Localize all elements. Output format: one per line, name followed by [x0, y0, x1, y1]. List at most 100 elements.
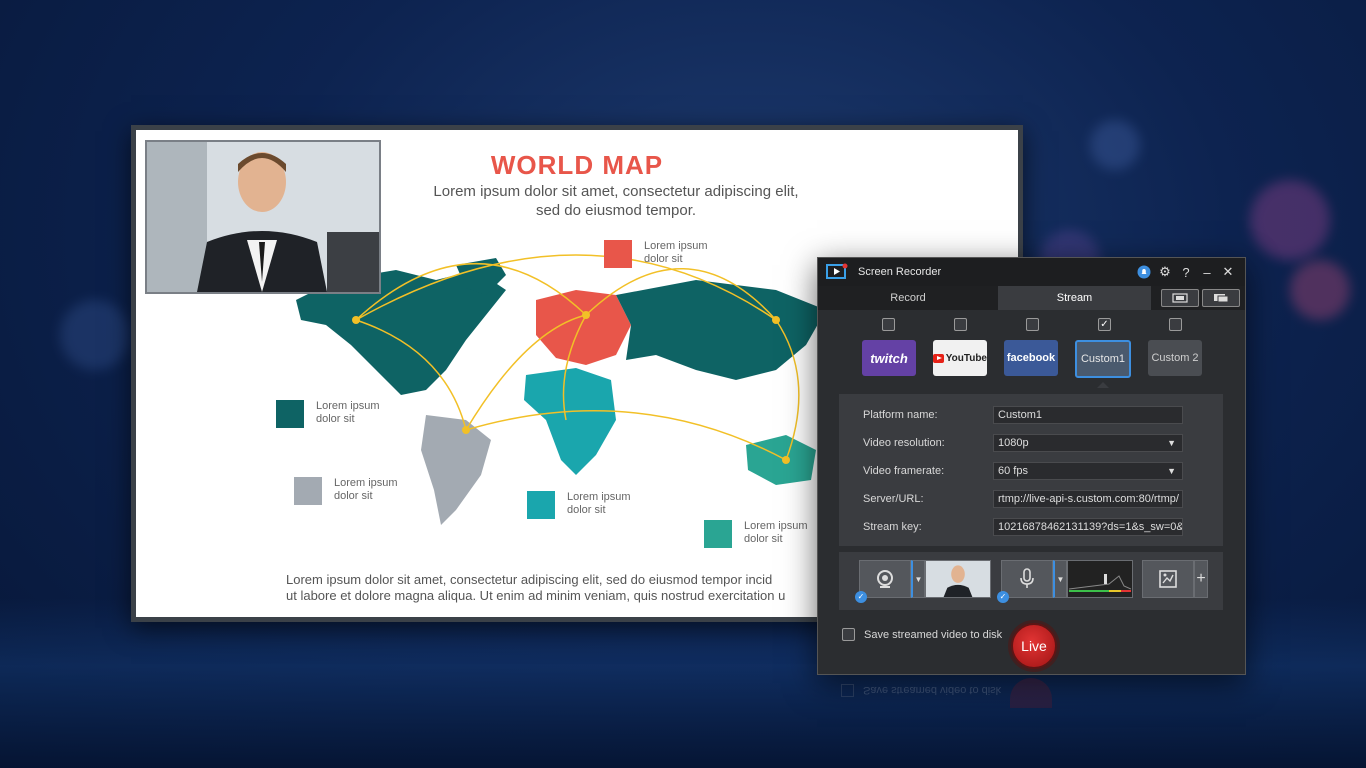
youtube-checkbox[interactable] — [954, 318, 967, 331]
platform-name-label: Platform name: — [863, 409, 938, 421]
facebook-button[interactable]: facebook — [1004, 340, 1058, 376]
map-europe — [536, 290, 631, 365]
custom2-button[interactable]: Custom 2 — [1148, 340, 1202, 376]
route-node — [582, 311, 590, 319]
legend-swatch — [604, 240, 632, 268]
youtube-label: YouTube — [945, 352, 987, 364]
dropdown-arrow-icon: ▼ — [1167, 438, 1176, 448]
window-icon — [1214, 294, 1229, 303]
chevron-down-icon: ▼ — [914, 574, 923, 584]
stream-settings-panel: Platform name: Custom1 Video resolution:… — [839, 394, 1223, 546]
stream-key-row: Stream key: 10216878462131139?ds=1&s_sw=… — [863, 518, 1213, 536]
reflection-label: Save streamed video to disk — [863, 684, 1002, 697]
presenter-photo — [147, 142, 379, 292]
legend-text: Lorem ipsum dolor sit — [316, 400, 380, 425]
microphone-source-button[interactable]: ✓ — [997, 560, 1053, 603]
screen-recorder-window: Screen Recorder ⚙ ? – ✕ Record Stream ✓ … — [817, 257, 1246, 675]
framerate-dropdown[interactable]: 60 fps ▼ — [993, 462, 1183, 480]
app-title: Screen Recorder — [858, 266, 942, 278]
twitch-button[interactable]: twitch — [862, 340, 916, 376]
webcam-preview-image — [926, 561, 990, 597]
legend-text: Lorem ipsum dolor sit — [567, 491, 631, 516]
server-url-input[interactable]: rtmp://live-api-s.custom.com:80/rtmp/ — [993, 490, 1183, 508]
route-node — [772, 316, 780, 324]
chevron-down-icon: ▼ — [1056, 574, 1065, 584]
custom1-checkbox[interactable]: ✓ — [1098, 318, 1111, 331]
server-row: Server/URL: rtmp://live-api-s.custom.com… — [863, 490, 1213, 508]
server-label: Server/URL: — [863, 493, 924, 505]
resolution-dropdown[interactable]: 1080p ▼ — [993, 434, 1183, 452]
framerate-value: 60 fps — [998, 465, 1028, 477]
platform-name-input[interactable]: Custom1 — [993, 406, 1183, 424]
notification-icon[interactable] — [1135, 263, 1153, 281]
webcam-icon — [877, 570, 893, 588]
platform-name-row: Platform name: Custom1 — [863, 406, 1213, 424]
webcam-source-button[interactable]: ✓ — [855, 560, 911, 603]
webcam-options-button[interactable]: ▼ — [911, 560, 925, 598]
audio-level-graph — [1069, 574, 1131, 592]
slide-subtitle: Lorem ipsum dolor sit amet, consectetur … — [336, 182, 896, 220]
subtitle-line: Lorem ipsum dolor sit amet, consectetur … — [433, 183, 799, 200]
selected-platform-pointer — [1097, 382, 1109, 388]
facebook-checkbox[interactable] — [1026, 318, 1039, 331]
live-button[interactable]: Live — [1011, 623, 1057, 669]
microphone-options-button[interactable]: ▼ — [1053, 560, 1067, 598]
map-asia — [616, 280, 826, 380]
map-australia — [746, 435, 816, 485]
custom1-button[interactable]: Custom1 — [1075, 340, 1131, 378]
bokeh-light — [1250, 180, 1330, 260]
close-icon[interactable]: ✕ — [1219, 263, 1237, 281]
resolution-row: Video resolution: 1080p ▼ — [863, 434, 1213, 452]
legend-swatch — [527, 491, 555, 519]
save-to-disk-checkbox[interactable] — [842, 628, 855, 641]
legend-item: Lorem ipsum dolor sit — [276, 400, 386, 428]
effects-icon — [1159, 570, 1177, 588]
webcam-overlay[interactable] — [145, 140, 381, 294]
tab-bar: Record Stream — [818, 286, 1245, 310]
webcam-enabled-icon: ✓ — [855, 591, 867, 603]
route-line — [465, 410, 787, 461]
tab-record[interactable]: Record — [818, 286, 998, 310]
stream-key-label: Stream key: — [863, 521, 922, 533]
route-node — [352, 316, 360, 324]
minimize-icon[interactable]: – — [1198, 263, 1216, 281]
legend-item: Lorem ipsum dolor sit — [527, 491, 637, 519]
bokeh-light — [1090, 120, 1140, 170]
subtitle-line: sed do eiusmod tempor. — [535, 202, 697, 219]
youtube-button[interactable]: YouTube — [933, 340, 987, 376]
webcam-preview — [925, 560, 991, 598]
legend-text: Lorem ipsum dolor sit — [744, 520, 808, 545]
title-bar: Screen Recorder ⚙ ? – ✕ — [818, 258, 1245, 286]
legend-swatch — [276, 400, 304, 428]
gear-icon[interactable]: ⚙ — [1156, 263, 1174, 281]
legend-item: Lorem ipsum dolor sit — [294, 477, 404, 505]
window-reflection: Save streamed video to disk — [817, 678, 1246, 718]
map-south-america — [421, 415, 491, 525]
microphone-enabled-icon: ✓ — [997, 591, 1009, 603]
save-to-disk-label: Save streamed video to disk — [864, 628, 1003, 641]
legend-text: Lorem ipsum dolor sit — [644, 240, 708, 265]
framerate-label: Video framerate: — [863, 465, 945, 477]
app-logo-icon — [826, 263, 848, 279]
audio-level-meter — [1067, 560, 1133, 598]
save-option: Save streamed video to disk — [842, 628, 1002, 641]
tab-stream[interactable]: Stream — [998, 286, 1151, 310]
legend-item: Lorem ipsum dolor sit — [704, 520, 814, 548]
effects-source-button[interactable] — [1142, 560, 1194, 598]
stream-key-input[interactable]: 10216878462131139?ds=1&s_sw=0& — [993, 518, 1183, 536]
custom2-checkbox[interactable] — [1169, 318, 1182, 331]
add-source-button[interactable]: + — [1194, 560, 1208, 598]
resolution-label: Video resolution: — [863, 437, 945, 449]
fullscreen-capture-button[interactable] — [1161, 289, 1199, 307]
help-icon[interactable]: ? — [1177, 263, 1195, 281]
window-capture-button[interactable] — [1202, 289, 1240, 307]
legend-item: Lorem ipsum dolor sit — [604, 240, 714, 268]
twitch-checkbox[interactable] — [882, 318, 895, 331]
bokeh-light — [1290, 260, 1350, 320]
legend-swatch — [294, 477, 322, 505]
fullscreen-icon — [1172, 293, 1188, 303]
bokeh-light — [60, 300, 130, 370]
route-node — [462, 426, 470, 434]
legend-swatch — [704, 520, 732, 548]
youtube-play-icon — [933, 353, 944, 363]
